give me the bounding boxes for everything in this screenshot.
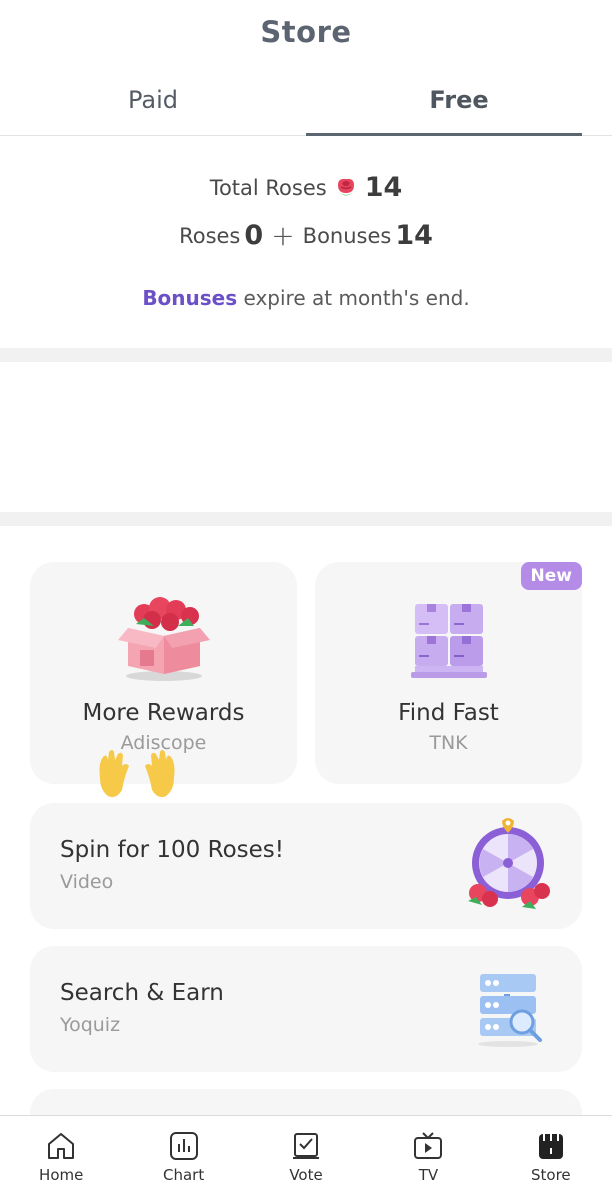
nav-vote-label: Vote [289,1166,323,1184]
roses-breakdown-line: Roses 0 + Bonuses 14 [179,219,433,252]
top-bar: Store [0,0,612,64]
nav-tv-label: TV [418,1166,439,1184]
roses-value: 0 [244,220,264,251]
chart-icon [169,1132,198,1160]
prize-wheel-icon [468,818,550,909]
tab-free[interactable]: Free [306,64,612,135]
bonuses-label: Bonuses [302,223,392,248]
server-search-icon [478,974,542,1047]
nav-tv[interactable]: TV [367,1116,489,1200]
find-fast-provider: TNK [429,732,468,754]
spin-title: Spin for 100 Roses! [60,837,284,863]
more-rewards-title: More Rewards [82,700,245,726]
boxes-pallet-icon [410,604,487,678]
bottom-navigation: Home Chart Vote TV Store [0,1115,612,1200]
nav-vote[interactable]: Vote [245,1116,367,1200]
bonuses-highlight: Bonuses [142,286,238,310]
nav-store[interactable]: Store [490,1116,612,1200]
total-roses-label: Total Roses [209,175,327,200]
roses-summary: Total Roses 14 Roses 0 + Bonuses 14 Bonu… [0,136,612,348]
search-earn-title: Search & Earn [60,980,224,1006]
total-roses-value: 14 [364,172,403,203]
page-title: Store [260,15,352,49]
store-tabs: Paid Free [0,64,612,136]
search-earn-provider: Yoquiz [60,1014,121,1036]
expiry-text: expire at month's end. [237,286,470,310]
banner-placeholder [0,362,612,512]
plus-sign: + [271,219,295,252]
nav-chart-label: Chart [162,1166,205,1184]
tv-icon [414,1132,443,1159]
section-divider [0,512,612,526]
total-roses-line: Total Roses 14 [210,172,403,203]
rose-icon [336,178,355,195]
new-badge: New [520,562,582,590]
nav-home-label: Home [39,1166,84,1184]
store-icon [538,1134,563,1159]
earn-options: More Rewards Adiscope New Find Fast TNK … [0,526,612,1127]
nav-home[interactable]: Home [0,1116,122,1200]
nav-chart[interactable]: Chart [122,1116,244,1200]
nav-store-label: Store [531,1166,571,1184]
raised-hands-icon [99,750,175,798]
spin-wheel-card[interactable]: Spin for 100 Roses! Video [30,803,582,929]
bonuses-value: 14 [395,220,433,251]
bonus-expiry-note: Bonuses expire at month's end. [142,286,469,310]
rose-box-icon [117,597,210,681]
tab-paid[interactable]: Paid [0,64,306,135]
find-fast-tile[interactable]: New Find Fast TNK [315,562,582,784]
spin-subtitle: Video [60,871,114,893]
section-divider [0,348,612,362]
roses-label: Roses [179,223,241,248]
vote-icon [293,1133,320,1159]
active-tab-indicator [306,133,582,136]
find-fast-title: Find Fast [398,700,499,726]
home-icon [48,1133,75,1159]
search-earn-card[interactable]: Search & Earn Yoquiz [30,946,582,1072]
